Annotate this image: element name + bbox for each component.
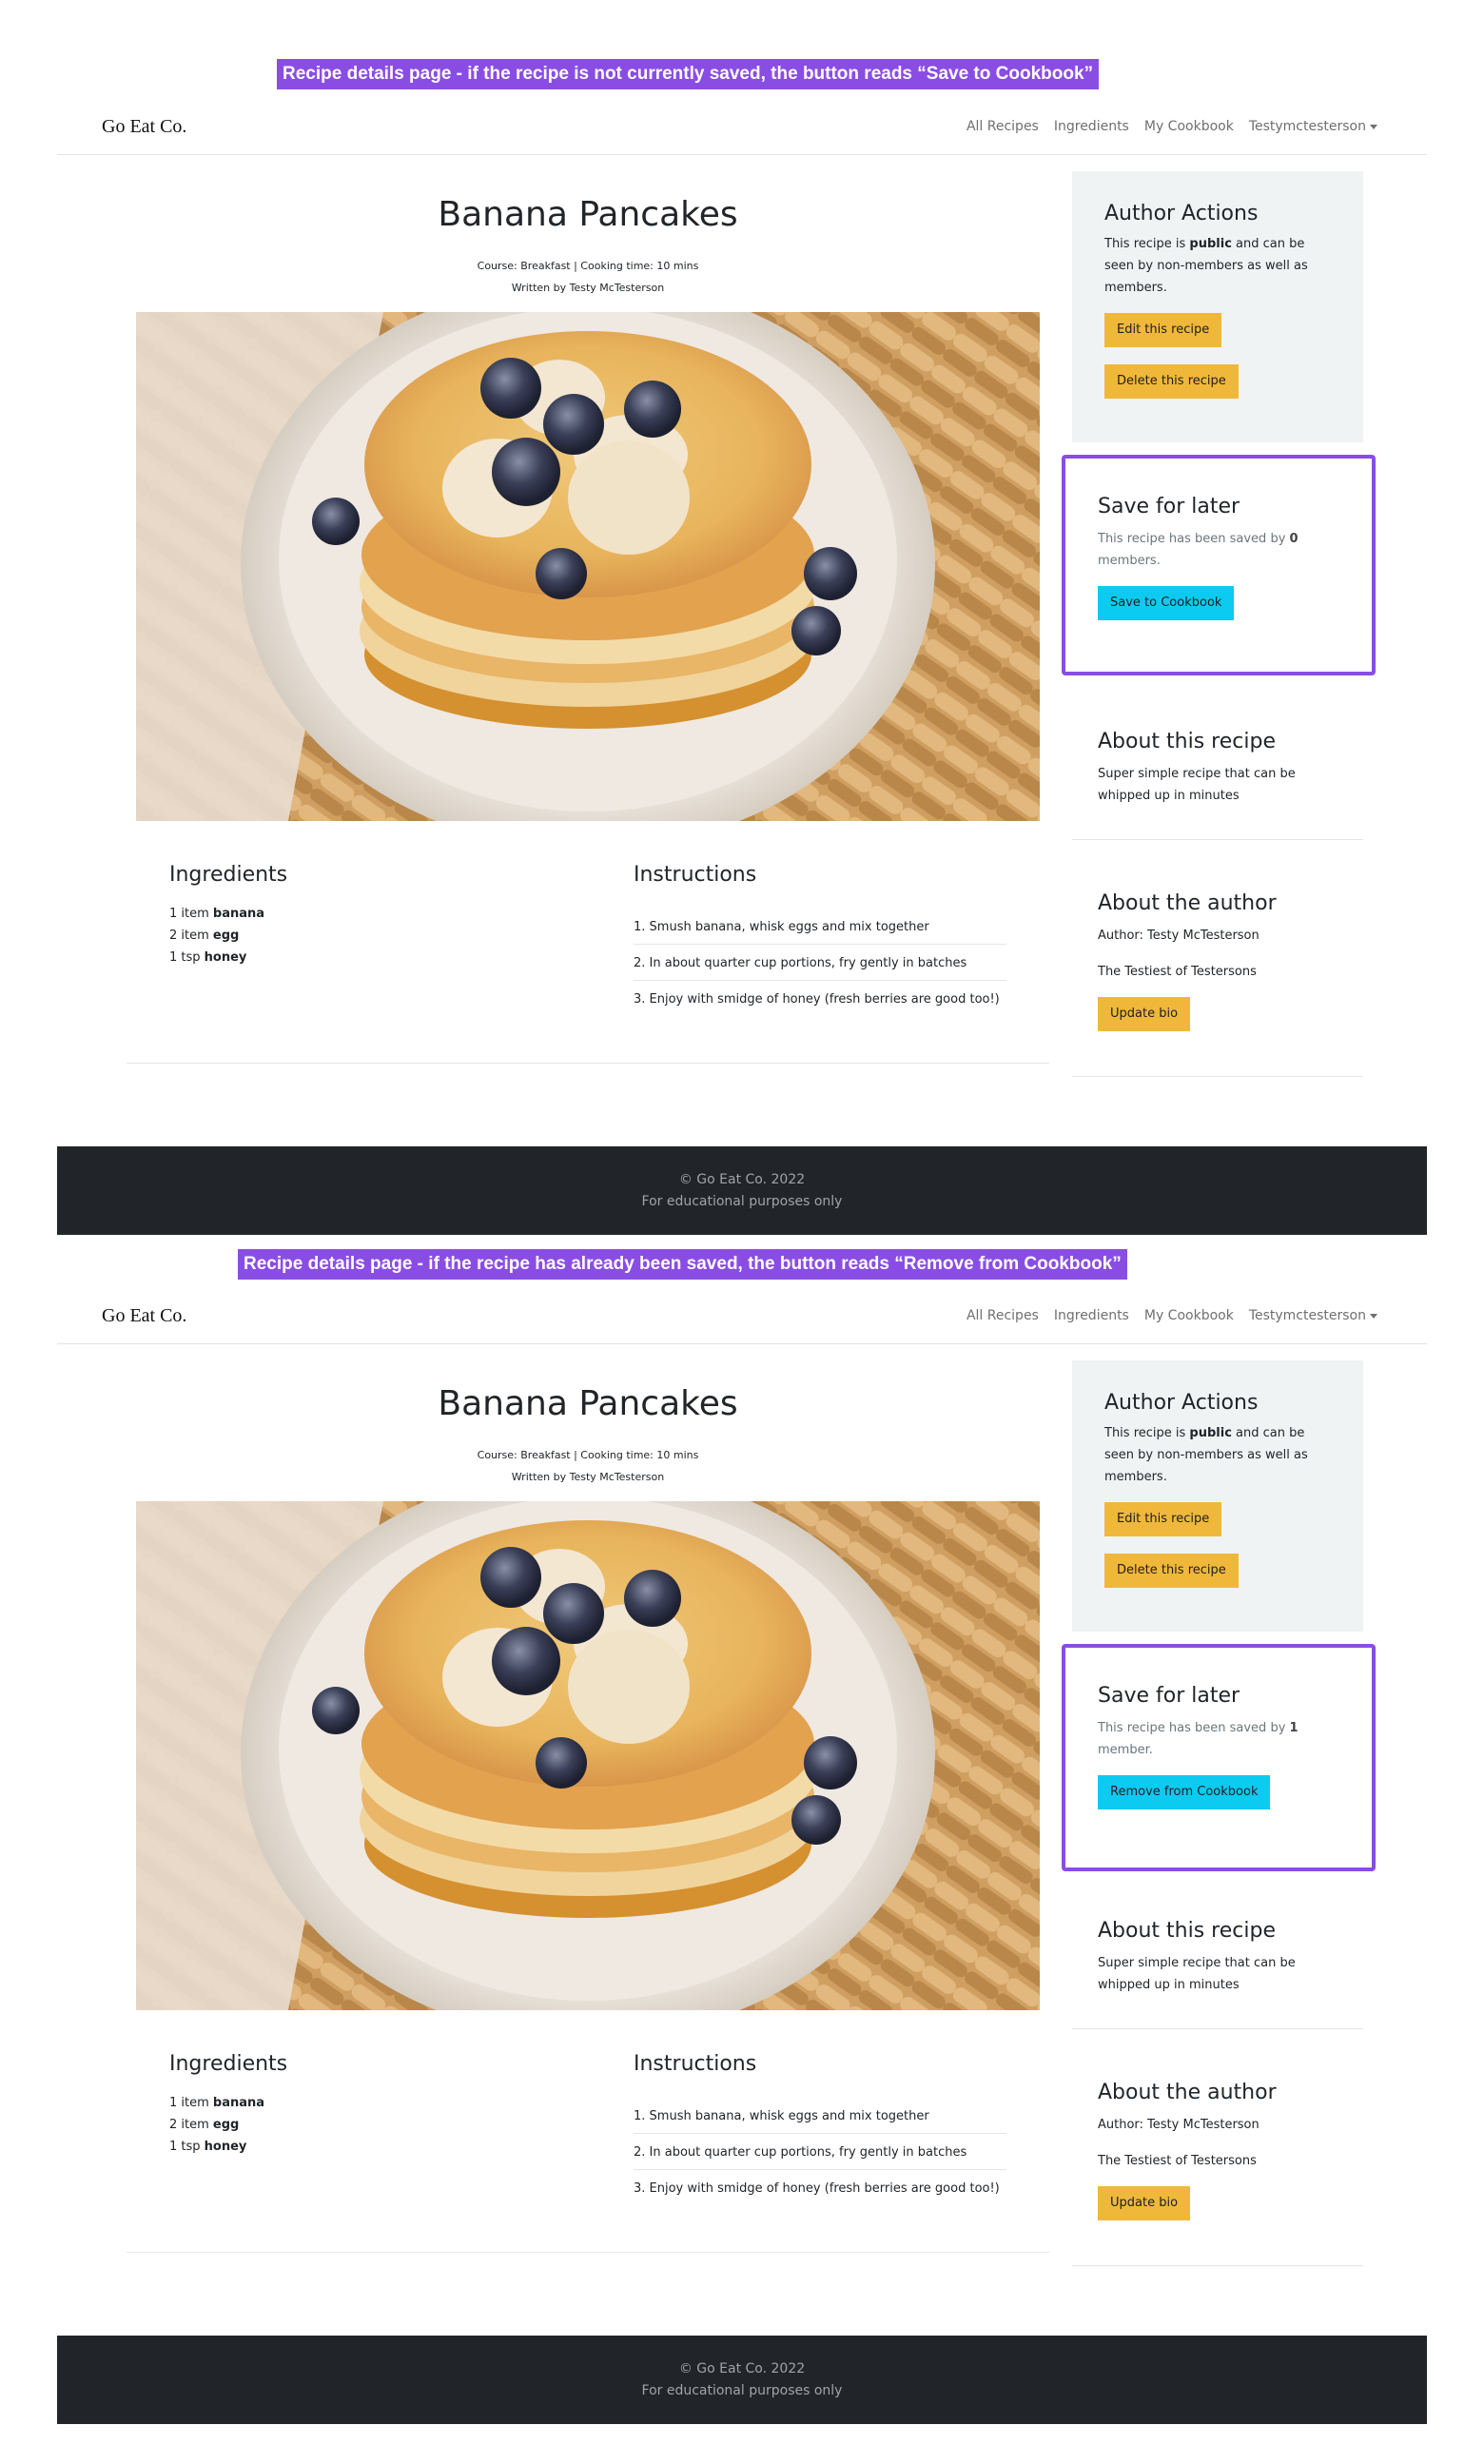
list-item: 1 tsp honey (169, 950, 247, 965)
ingredients-heading: Ingredients (169, 2052, 288, 2076)
edit-recipe-button[interactable]: Edit this recipe (1104, 1502, 1222, 1536)
instructions-heading: Instructions (634, 2052, 757, 2076)
brand-logo[interactable]: Go Eat Co. (102, 1287, 186, 1344)
chevron-down-icon (1370, 124, 1377, 129)
about-recipe-heading: About this recipe (1098, 1919, 1276, 1943)
recipe-title: Banana Pancakes (438, 195, 738, 234)
about-recipe-card: About this recipe Super simple recipe th… (1072, 730, 1363, 807)
list-item: 3. Enjoy with smidge of honey (fresh ber… (634, 2181, 1000, 2196)
nav-my-cookbook[interactable]: My Cookbook (1144, 119, 1234, 134)
footer: © Go Eat Co. 2022 For educational purpos… (57, 2336, 1427, 2424)
list-item: 1 item banana (169, 907, 265, 921)
nav-username: Testymctesterson (1248, 119, 1366, 134)
recipe-author-line: Written by Testy McTesterson (511, 282, 665, 294)
about-author-card: About the author Author: Testy McTesters… (1072, 2081, 1363, 2220)
author-actions-card: Author Actions This recipe is public and… (1072, 171, 1363, 442)
list-item: 3. Enjoy with smidge of honey (fresh ber… (634, 992, 1000, 1007)
list-item: 2 item egg (169, 929, 240, 943)
recipe-course-line: Course: Breakfast | Cooking time: 10 min… (477, 1449, 699, 1461)
save-to-cookbook-button[interactable]: Save to Cookbook (1098, 586, 1235, 620)
nav-all-recipes[interactable]: All Recipes (967, 1308, 1039, 1323)
author-name: Author: Testy McTesterson (1098, 929, 1259, 943)
delete-recipe-button[interactable]: Delete this recipe (1104, 1554, 1239, 1588)
instructions-list: 1. Smush banana, whisk eggs and mix toge… (634, 909, 1006, 1016)
about-recipe-heading: About this recipe (1098, 730, 1276, 753)
author-bio: The Testiest of Testersons (1098, 2154, 1257, 2168)
footer-copyright: © Go Eat Co. 2022 (678, 1172, 806, 1187)
list-item: 1. Smush banana, whisk eggs and mix toge… (634, 909, 1006, 945)
delete-recipe-button[interactable]: Delete this recipe (1104, 364, 1239, 399)
list-item: 1. Smush banana, whisk eggs and mix toge… (634, 2098, 1006, 2134)
save-for-later-card: Save for later This recipe has been save… (1072, 1684, 1363, 1809)
list-item: 1 tsp honey (169, 2140, 247, 2154)
nav-user-dropdown[interactable]: Testymctesterson (1249, 1308, 1377, 1323)
remove-from-cookbook-button[interactable]: Remove from Cookbook (1098, 1775, 1271, 1809)
author-actions-heading: Author Actions (1104, 1391, 1259, 1415)
chevron-down-icon (1370, 1313, 1377, 1319)
saved-count-text: This recipe has been saved by 0 members. (1098, 532, 1298, 568)
edit-recipe-button[interactable]: Edit this recipe (1104, 313, 1222, 347)
divider (1072, 2265, 1363, 2266)
annotation-caption-top: Recipe details page - if the recipe is n… (277, 59, 1100, 89)
visibility-text: This recipe is public and can be seen by… (1104, 1426, 1308, 1484)
about-author-heading: About the author (1098, 891, 1277, 915)
divider (127, 2252, 1049, 2253)
about-author-heading: About the author (1098, 2081, 1277, 2104)
nav-all-recipes[interactable]: All Recipes (967, 119, 1039, 134)
about-recipe-card: About this recipe Super simple recipe th… (1072, 1919, 1363, 1996)
divider (1072, 1076, 1363, 1077)
save-heading: Save for later (1098, 1684, 1240, 1708)
instructions-heading: Instructions (634, 863, 757, 887)
update-bio-button[interactable]: Update bio (1098, 2186, 1191, 2220)
footer: © Go Eat Co. 2022 For educational purpos… (57, 1146, 1427, 1235)
nav-username: Testymctesterson (1248, 1308, 1366, 1323)
recipe-title: Banana Pancakes (438, 1384, 738, 1423)
ingredients-list: 1 item banana 2 item egg 1 tsp honey (169, 903, 264, 968)
saved-count-text: This recipe has been saved by 1 member. (1098, 1721, 1298, 1757)
navbar: Go Eat Co. All Recipes Ingredients My Co… (57, 98, 1427, 155)
nav-links: All Recipes Ingredients My Cookbook Test… (967, 1287, 1377, 1344)
footer-note: For educational purposes only (641, 2383, 843, 2398)
nav-my-cookbook[interactable]: My Cookbook (1144, 1308, 1234, 1323)
author-actions-heading: Author Actions (1104, 202, 1259, 225)
ingredients-list: 1 item banana 2 item egg 1 tsp honey (169, 2092, 264, 2158)
navbar: Go Eat Co. All Recipes Ingredients My Co… (57, 1287, 1427, 1344)
author-name: Author: Testy McTesterson (1098, 2118, 1259, 2132)
update-bio-button[interactable]: Update bio (1098, 997, 1191, 1031)
brand-logo[interactable]: Go Eat Co. (102, 98, 186, 155)
about-author-card: About the author Author: Testy McTesters… (1072, 891, 1363, 1031)
save-heading: Save for later (1098, 495, 1240, 518)
recipe-course-line: Course: Breakfast | Cooking time: 10 min… (477, 260, 699, 272)
list-item: 1 item banana (169, 2096, 265, 2110)
about-recipe-text: Super simple recipe that can be whipped … (1098, 767, 1296, 803)
ingredients-heading: Ingredients (169, 863, 288, 887)
instructions-list: 1. Smush banana, whisk eggs and mix toge… (634, 2098, 1006, 2205)
list-item: 2 item egg (169, 2118, 240, 2132)
recipe-photo (136, 1501, 1040, 2010)
divider (1072, 839, 1363, 840)
save-for-later-card: Save for later This recipe has been save… (1072, 495, 1363, 620)
nav-user-dropdown[interactable]: Testymctesterson (1249, 119, 1377, 134)
annotation-caption-bottom: Recipe details page - if the recipe has … (238, 1249, 1127, 1280)
visibility-text: This recipe is public and can be seen by… (1104, 237, 1308, 295)
author-actions-card: Author Actions This recipe is public and… (1072, 1360, 1363, 1632)
divider (127, 1063, 1049, 1064)
about-recipe-text: Super simple recipe that can be whipped … (1098, 1956, 1296, 1992)
list-item: 2. In about quarter cup portions, fry ge… (634, 2134, 1006, 2170)
author-bio: The Testiest of Testersons (1098, 965, 1257, 979)
nav-ingredients[interactable]: Ingredients (1054, 119, 1129, 134)
recipe-author-line: Written by Testy McTesterson (511, 1471, 665, 1483)
footer-note: For educational purposes only (641, 1194, 843, 1209)
divider (1072, 2028, 1363, 2029)
list-item: 2. In about quarter cup portions, fry ge… (634, 945, 1006, 981)
nav-ingredients[interactable]: Ingredients (1054, 1308, 1129, 1323)
nav-links: All Recipes Ingredients My Cookbook Test… (967, 98, 1377, 155)
footer-copyright: © Go Eat Co. 2022 (678, 2361, 806, 2376)
recipe-photo (136, 312, 1040, 821)
